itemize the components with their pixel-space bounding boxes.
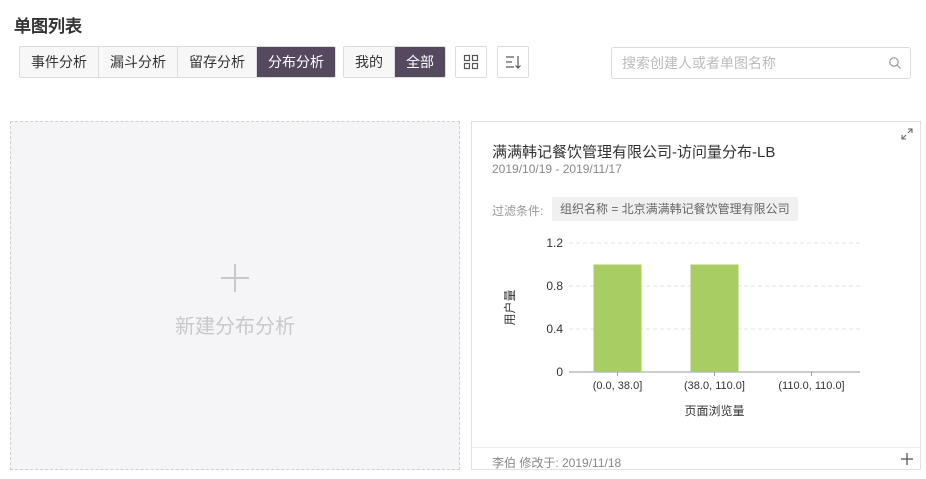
tab-scope-1[interactable]: 全部 (395, 47, 445, 77)
sort-button[interactable] (497, 46, 529, 78)
y-tick-label: 1.2 (546, 236, 563, 250)
modified-info: 李伯 修改于: 2019/11/18 (492, 456, 622, 470)
bar (593, 264, 642, 372)
scope-tabs: 我的 全部 (343, 46, 446, 78)
analysis-type-tabs: 事件分析 漏斗分析 留存分析 分布分析 (19, 46, 336, 78)
grid-icon (463, 54, 479, 70)
new-chart-label: 新建分布分析 (175, 316, 295, 338)
search-input[interactable] (612, 48, 872, 78)
tab-scope-0[interactable]: 我的 (344, 47, 395, 77)
y-tick-label: 0.8 (546, 279, 563, 293)
y-tick-label: 0.4 (546, 322, 563, 336)
page-title: 单图列表 (14, 17, 82, 36)
bar-chart: 0 0.4 0.8 1.2 (0.0, 38.0] (38.0, 110.0] (110.0… (502, 236, 860, 418)
search-box (611, 47, 911, 79)
bar (690, 264, 739, 372)
x-tick-label: (0.0, 38.0] (593, 380, 643, 392)
sort-icon (506, 56, 521, 69)
tab-analysis-type-1[interactable]: 漏斗分析 (99, 47, 178, 77)
add-icon[interactable] (900, 452, 914, 466)
tab-analysis-type-0[interactable]: 事件分析 (20, 47, 99, 77)
tab-analysis-type-2[interactable]: 留存分析 (178, 47, 257, 77)
chart-card[interactable]: 满满韩记餐饮管理有限公司-访问量分布-LB 2019/10/19 - 2019/… (471, 121, 921, 470)
search-icon[interactable] (888, 56, 902, 70)
new-chart-card[interactable]: 新建分布分析 (10, 121, 460, 470)
card-footer: 李伯 修改于: 2019/11/18 (472, 447, 920, 471)
grid-view-button[interactable] (455, 46, 487, 78)
x-tick-label: (38.0, 110.0] (684, 380, 745, 392)
plus-icon (221, 264, 249, 292)
y-axis-title: 用户量 (502, 289, 517, 325)
tab-analysis-type-3[interactable]: 分布分析 (257, 47, 335, 77)
x-axis-title: 页面浏览量 (684, 403, 744, 418)
y-tick-label: 0 (556, 365, 563, 379)
x-tick-label: (110.0, 110.0] (778, 380, 844, 392)
